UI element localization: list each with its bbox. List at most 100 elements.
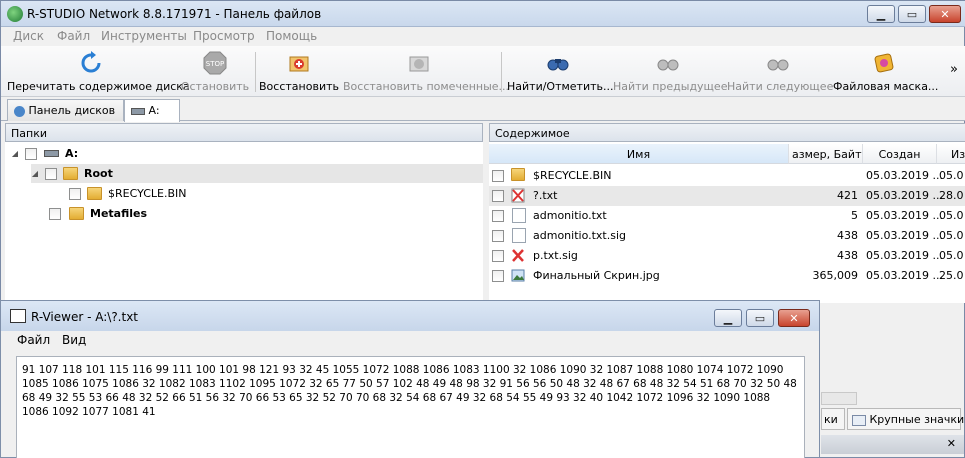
window-title: R-STUDIO Network 8.8.171971 - Панель фай… — [27, 7, 322, 21]
file-size: 5 — [851, 209, 858, 222]
recover-button[interactable]: Восстановить — [259, 48, 339, 95]
viewer-menu-view[interactable]: Вид — [62, 333, 86, 347]
horizontal-scrollbar[interactable] — [821, 392, 857, 405]
file-created: 05.03.2019 ... — [866, 249, 943, 262]
folders-panel-header: Папки — [5, 123, 483, 142]
contents-panel-header: Содержимое — [489, 123, 965, 142]
text-file-icon — [512, 208, 526, 223]
viewer-maximize-button[interactable]: ▭ — [746, 309, 774, 327]
rescan-button[interactable]: Перечитать содержимое диска — [7, 48, 190, 95]
viewer-close-button[interactable]: ✕ — [778, 309, 810, 327]
table-row[interactable]: $RECYCLE.BIN 05.03.2019 ... 05.0 — [489, 166, 965, 186]
checkbox[interactable] — [492, 230, 504, 242]
collapse-arrow-icon[interactable]: ◢ — [31, 169, 39, 178]
checkbox[interactable] — [49, 207, 61, 220]
file-modified: 25.0 — [939, 269, 964, 282]
find-next-button[interactable]: Найти следующее — [727, 48, 834, 95]
checkbox[interactable] — [492, 190, 504, 202]
file-mask-button[interactable]: Файловая маска... — [833, 48, 939, 95]
file-modified: 28.0 — [939, 189, 964, 202]
viewer-menu-bar: Файл Вид — [1, 331, 819, 351]
file-mask-label: Файловая маска... — [833, 80, 939, 93]
table-row[interactable]: admonitio.txt.sig 438 05.03.2019 ... 05.… — [489, 226, 965, 246]
svg-text:STOP: STOP — [206, 60, 224, 68]
toolbar-separator — [501, 52, 502, 92]
tab-disks-panel[interactable]: Панель дисков — [7, 99, 124, 121]
file-size: 438 — [837, 249, 858, 262]
tab-drive-a[interactable]: A: — [124, 99, 180, 122]
stop-button[interactable]: STOP Остановить — [179, 48, 251, 95]
checkbox[interactable] — [492, 210, 504, 222]
find-prev-button[interactable]: Найти предыдущее — [613, 48, 727, 95]
checkbox[interactable] — [25, 147, 37, 160]
table-row[interactable]: p.txt.sig 438 05.03.2019 ... 05.0 — [489, 246, 965, 266]
file-created: 05.03.2019 ... — [866, 269, 943, 282]
viewer-minimize-button[interactable]: ▁ — [714, 309, 742, 327]
image-file-icon — [511, 269, 525, 282]
large-icons-label: Крупные значки — [869, 413, 965, 426]
find-next-label: Найти следующее — [727, 80, 834, 93]
find-next-icon — [767, 59, 789, 71]
folder-icon — [69, 207, 84, 220]
drive-icon — [44, 150, 59, 157]
close-icon[interactable]: ✕ — [947, 437, 956, 450]
checkbox[interactable] — [69, 187, 81, 200]
find-mark-button[interactable]: Найти/Отметить... — [507, 48, 614, 95]
menu-disk[interactable]: Диск — [13, 29, 44, 43]
tree-item-label: A: — [65, 147, 79, 160]
tree-item-recycle-bin[interactable]: $RECYCLE.BIN — [69, 184, 186, 203]
viewer-menu-file[interactable]: Файл — [17, 333, 50, 347]
collapse-arrow-icon[interactable]: ◢ — [11, 149, 19, 158]
large-icons-button[interactable]: Крупные значки — [847, 408, 964, 430]
column-header-name[interactable]: Имя — [489, 144, 789, 164]
table-row[interactable]: Финальный Скрин.jpg 365,009 05.03.2019 .… — [489, 266, 965, 286]
viewer-title: R-Viewer - A:\?.txt — [31, 310, 139, 324]
small-icons-button[interactable]: ки — [821, 408, 845, 430]
tree-item-label: Metafiles — [90, 207, 148, 220]
folder-icon — [87, 187, 102, 200]
large-icons-icon — [852, 414, 866, 426]
menu-tools[interactable]: Инструменты — [101, 29, 187, 43]
title-bar: R-STUDIO Network 8.8.171971 - Панель фай… — [1, 1, 965, 27]
toolbar-overflow-button[interactable]: » — [945, 48, 963, 95]
maximize-button[interactable]: ▭ — [898, 5, 926, 23]
recover-marked-button[interactable]: Восстановить помеченные... — [343, 48, 510, 95]
file-mask-icon — [874, 53, 894, 73]
minimize-button[interactable]: ▁ — [867, 5, 895, 23]
bottom-pane-header: ✕ — [821, 435, 964, 454]
file-size: 421 — [837, 189, 858, 202]
checkbox[interactable] — [492, 170, 504, 182]
file-name: ?.txt — [533, 189, 558, 202]
close-button[interactable]: ✕ — [929, 5, 961, 23]
menu-bar: Диск Файл Инструменты Просмотр Помощь — [1, 27, 965, 46]
checkbox[interactable] — [492, 250, 504, 262]
checkbox[interactable] — [45, 167, 57, 180]
tree-item-root[interactable]: ◢ Root — [31, 164, 483, 183]
table-row[interactable]: ?.txt 421 05.03.2019 ... 28.0 — [489, 186, 965, 206]
column-header-modified[interactable]: Из — [937, 144, 965, 164]
viewer-text-content[interactable]: 91 107 118 101 115 116 99 111 100 101 98… — [16, 356, 805, 458]
table-row[interactable]: admonitio.txt 5 05.03.2019 ... 05.0 — [489, 206, 965, 226]
folder-icon — [511, 168, 525, 181]
tree-item-drive-a[interactable]: ◢ A: — [11, 144, 78, 163]
folder-icon — [63, 167, 78, 180]
file-size: 365,009 — [812, 269, 859, 282]
menu-view[interactable]: Просмотр — [193, 29, 255, 43]
tree-item-metafiles[interactable]: Metafiles — [49, 204, 147, 223]
stop-label: Остановить — [180, 80, 250, 93]
column-header-size[interactable]: азмер, Байты — [789, 144, 863, 164]
recover-marked-label: Восстановить помеченные... — [343, 80, 510, 93]
file-created: 05.03.2019 ... — [866, 189, 943, 202]
file-modified: 05.0 — [939, 169, 964, 182]
file-modified: 05.0 — [939, 229, 964, 242]
checkbox[interactable] — [492, 270, 504, 282]
recover-label: Восстановить — [259, 80, 339, 93]
viewer-window: R-Viewer - A:\?.txt ▁ ▭ ✕ Файл Вид 91 10… — [0, 300, 820, 458]
menu-help[interactable]: Помощь — [266, 29, 317, 43]
viewer-app-icon — [10, 309, 26, 323]
column-header-created[interactable]: Создан — [863, 144, 937, 164]
menu-file[interactable]: Файл — [57, 29, 90, 43]
rescan-label: Перечитать содержимое диска — [7, 80, 190, 93]
file-name: admonitio.txt.sig — [533, 229, 627, 242]
file-name: admonitio.txt — [533, 209, 607, 222]
